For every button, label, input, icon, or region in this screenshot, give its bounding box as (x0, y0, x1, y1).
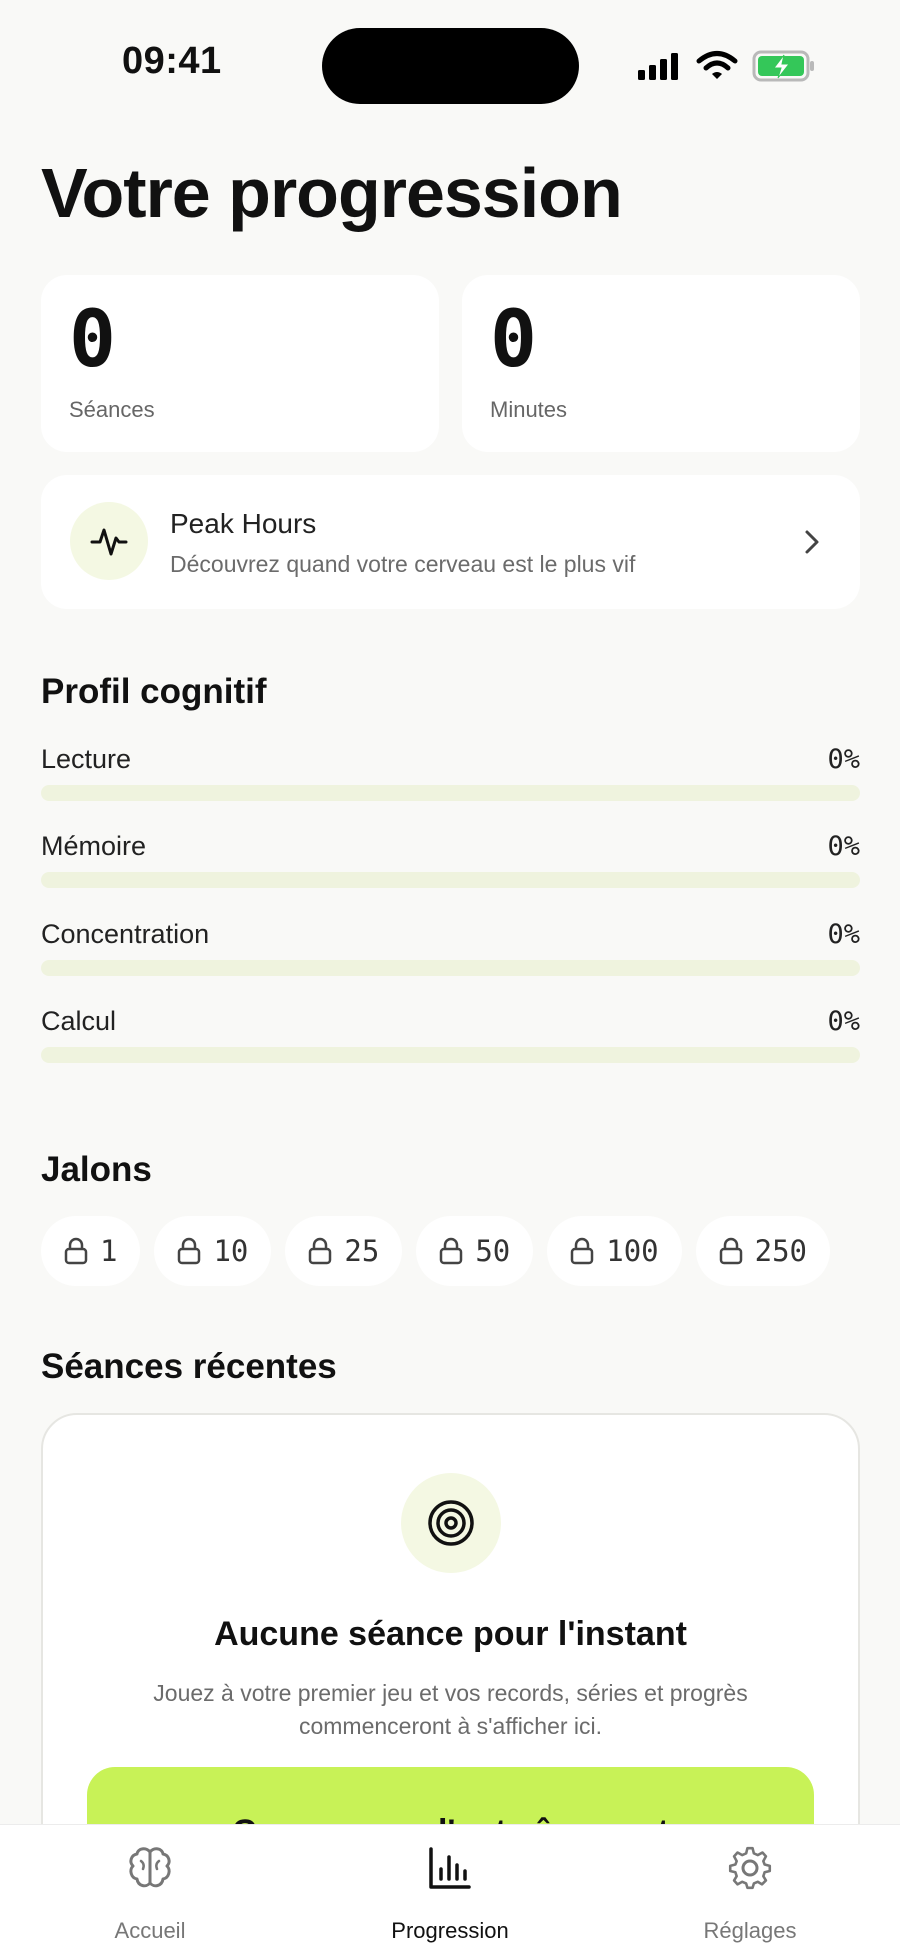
milestone-value: 25 (344, 1234, 380, 1268)
skill-name: Calcul (41, 1006, 117, 1036)
skill-progress-track (41, 872, 860, 888)
battery-charging-icon (752, 50, 814, 82)
milestone-value: 100 (606, 1234, 659, 1268)
milestone-badge: 100 (547, 1216, 682, 1286)
minutes-count: 0 (490, 295, 537, 385)
milestone-value: 1 (100, 1234, 118, 1268)
bar-chart-icon (429, 1847, 471, 1889)
milestone-value: 10 (213, 1234, 249, 1268)
tab-label: Réglages (703, 1918, 797, 1943)
sessions-stat-card: 0 Séances (41, 275, 439, 452)
milestones-heading: Jalons (41, 1150, 152, 1189)
milestone-badge: 10 (154, 1216, 272, 1286)
skill-row-concentration: Concentration 0% (41, 919, 860, 989)
lock-icon (64, 1237, 88, 1265)
target-icon-badge (401, 1473, 501, 1573)
cognitive-profile-heading: Profil cognitif (41, 672, 267, 711)
skill-progress-track (41, 960, 860, 976)
milestone-badge: 250 (695, 1216, 831, 1286)
milestone-badge: 1 (41, 1216, 141, 1286)
skill-percent: 0% (827, 1006, 860, 1037)
peak-hours-card[interactable]: Peak Hours Découvrez quand votre cerveau… (41, 475, 860, 609)
skill-row-lecture: Lecture 0% (41, 744, 860, 814)
milestone-badge: 50 (416, 1216, 534, 1286)
empty-sessions-text: Jouez à votre premier jeu et vos records… (153, 1680, 748, 1739)
milestone-value: 50 (475, 1234, 511, 1268)
cellular-signal-icon (638, 53, 678, 80)
lock-icon (570, 1237, 594, 1265)
skill-name: Lecture (41, 744, 132, 774)
milestone-badge: 25 (285, 1216, 403, 1286)
skill-progress-track (41, 1047, 860, 1063)
skill-percent: 0% (827, 744, 860, 775)
lock-icon (719, 1237, 742, 1265)
lock-icon (440, 1237, 463, 1265)
peak-hours-icon-badge (70, 502, 148, 580)
wifi-icon (696, 51, 738, 79)
skill-row-calcul: Calcul 0% (41, 1006, 860, 1076)
sessions-count: 0 (69, 295, 116, 385)
status-icons (636, 46, 816, 86)
page-title: Votre progression (41, 154, 623, 232)
sessions-label: Séances (69, 397, 155, 422)
lock-icon (178, 1237, 201, 1265)
tab-label: Progression (391, 1918, 509, 1943)
minutes-stat-card: 0 Minutes (462, 275, 860, 452)
peak-hours-subtitle: Découvrez quand votre cerveau est le plu… (170, 551, 636, 577)
skill-percent: 0% (827, 831, 860, 862)
tab-accueil[interactable]: Accueil (50, 1825, 250, 1955)
minutes-label: Minutes (490, 397, 568, 422)
gear-icon (728, 1846, 772, 1890)
dynamic-island (322, 28, 579, 104)
pulse-icon (90, 528, 128, 556)
recent-sessions-heading: Séances récentes (41, 1347, 337, 1386)
status-bar: 09:41 (0, 0, 900, 130)
peak-hours-title: Peak Hours (170, 508, 317, 539)
skill-progress-track (41, 785, 860, 801)
milestone-badges: 1 10 25 50 100 250 (41, 1216, 831, 1286)
status-time: 09:41 (122, 40, 222, 82)
skill-percent: 0% (827, 919, 860, 950)
empty-sessions-title: Aucune séance pour l'instant (214, 1615, 687, 1653)
chevron-right-icon (805, 530, 819, 554)
milestone-value: 250 (754, 1234, 808, 1268)
skill-name: Mémoire (41, 831, 147, 861)
tab-bar: Accueil Progression Réglages (0, 1824, 900, 1955)
brain-icon (129, 1847, 171, 1888)
tab-progression[interactable]: Progression (350, 1825, 550, 1955)
tab-reglages[interactable]: Réglages (650, 1825, 850, 1955)
tab-label: Accueil (114, 1918, 186, 1943)
skill-row-memoire: Mémoire 0% (41, 831, 860, 901)
skill-name: Concentration (41, 919, 210, 949)
target-icon (428, 1500, 474, 1546)
lock-icon (309, 1237, 332, 1265)
